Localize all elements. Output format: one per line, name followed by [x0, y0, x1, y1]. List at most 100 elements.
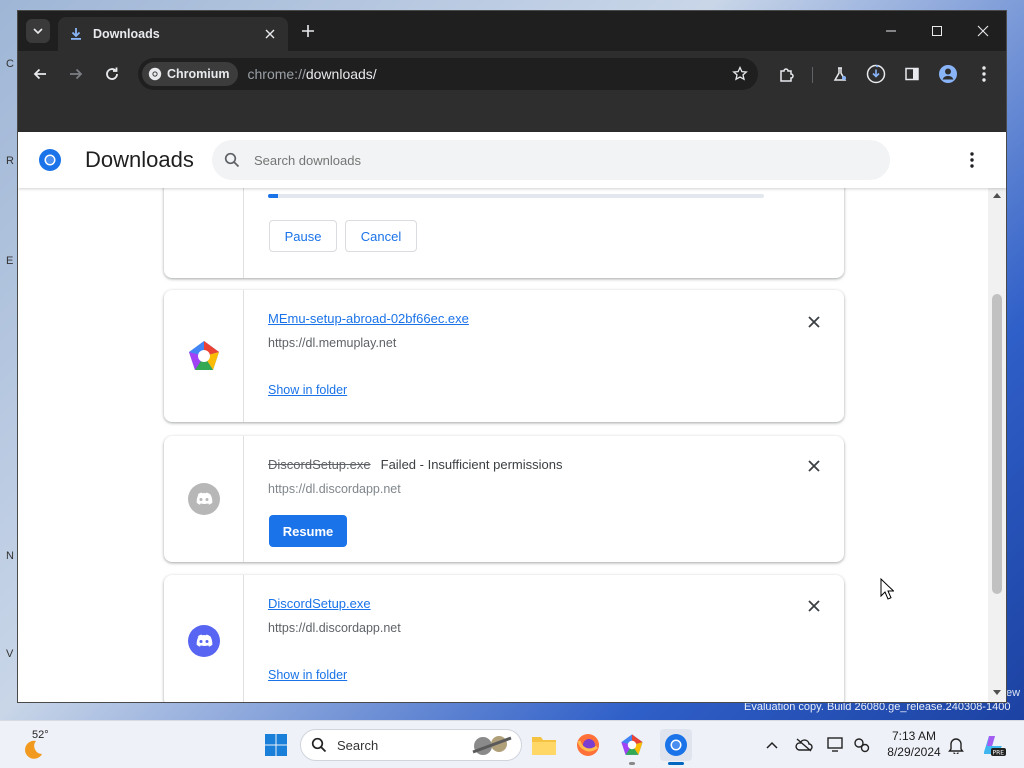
resume-button[interactable]: Resume — [269, 515, 347, 547]
maximize-button[interactable] — [914, 11, 960, 51]
tab-search-button[interactable] — [26, 19, 50, 43]
extensions-button[interactable] — [772, 60, 800, 88]
download-filename-link[interactable]: DiscordSetup.exe — [268, 596, 371, 611]
show-in-folder-link[interactable]: Show in folder — [268, 383, 347, 397]
windows-logo-icon — [265, 734, 287, 756]
arrow-right-icon — [70, 68, 83, 80]
chromium-logo-icon — [39, 149, 61, 171]
address-bar[interactable]: Chromium chrome://downloads/ — [138, 58, 758, 90]
search-input[interactable] — [254, 152, 814, 168]
discord-icon — [187, 625, 220, 657]
chromium-icon — [148, 67, 162, 81]
firefox-icon — [577, 734, 599, 756]
show-in-folder-link[interactable]: Show in folder — [268, 668, 347, 682]
downloads-toolbar-button[interactable] — [862, 60, 890, 88]
download-progress-icon — [866, 64, 886, 84]
memu-taskbar-button[interactable] — [616, 729, 648, 761]
scroll-down-arrow-icon[interactable] — [992, 688, 1002, 698]
page-title: Downloads — [85, 147, 194, 172]
minimize-icon — [886, 30, 896, 32]
download-item: MEmu-setup-abroad-02bf66ec.exe https://d… — [164, 290, 844, 422]
download-item-failed: DiscordSetup.exe Failed - Insufficient pe… — [164, 436, 844, 562]
close-window-button[interactable] — [960, 11, 1006, 51]
download-filename-link[interactable]: MEmu-setup-abroad-02bf66ec.exe — [268, 311, 469, 326]
side-panel-icon — [905, 67, 919, 81]
running-indicator — [629, 762, 635, 765]
desktop-edge-letter: E — [6, 255, 14, 267]
reload-button[interactable] — [98, 60, 126, 88]
downloads-page: Downloads Pause Cancel — [18, 132, 1006, 702]
star-icon — [732, 66, 748, 81]
downloads-header: Downloads — [18, 132, 1006, 188]
start-button[interactable] — [260, 729, 292, 761]
url-scheme: chrome:// — [247, 66, 306, 82]
browser-menu-button[interactable] — [970, 60, 998, 88]
remove-download-button[interactable] — [804, 456, 824, 476]
bell-icon — [948, 738, 964, 754]
flask-icon — [833, 67, 847, 81]
notifications-button[interactable] — [946, 735, 966, 755]
search-icon — [224, 152, 240, 168]
taskbar-search[interactable]: Search — [300, 729, 522, 761]
display-tray-icon[interactable] — [826, 735, 846, 755]
maximize-icon — [932, 26, 942, 36]
downloads-menu-button[interactable] — [960, 148, 984, 172]
back-button[interactable] — [26, 60, 54, 88]
profile-button[interactable] — [934, 60, 962, 88]
toolbar-divider — [812, 67, 813, 83]
chevron-up-icon — [766, 741, 778, 749]
browser-window: Downloads Chromium chrome://downloads/ D… — [18, 11, 1006, 702]
clock[interactable]: 7:13 AM 8/29/2024 — [884, 728, 944, 760]
weather-temperature: 52° — [32, 729, 49, 741]
clock-time: 7:13 AM — [891, 729, 937, 743]
bookmark-star-button[interactable] — [726, 60, 754, 88]
copilot-button[interactable]: PRE — [980, 732, 1006, 758]
taskbar-search-label: Search — [337, 737, 379, 753]
scroll-up-arrow-icon[interactable] — [992, 190, 1002, 200]
site-info-chip[interactable]: Chromium — [142, 62, 238, 86]
taskbar: 52° Search 7:13 AM 8/29/2024 PRE — [0, 720, 1024, 768]
side-panel-button[interactable] — [898, 60, 926, 88]
new-tab-button[interactable] — [298, 21, 318, 41]
download-source-url: https://dl.discordapp.net — [268, 621, 401, 635]
scrollbar-thumb[interactable] — [992, 294, 1002, 594]
cancel-button[interactable]: Cancel — [345, 220, 417, 252]
arrow-left-icon — [33, 68, 46, 80]
remove-download-button[interactable] — [804, 312, 824, 332]
active-app-indicator — [668, 762, 684, 765]
close-icon — [808, 316, 820, 328]
file-explorer-button[interactable] — [528, 729, 560, 761]
minimize-button[interactable] — [868, 11, 914, 51]
toolbar-extension-area — [18, 97, 1006, 132]
onedrive-tray-icon[interactable] — [794, 735, 814, 755]
close-tab-icon[interactable] — [262, 26, 278, 42]
puzzle-icon — [780, 68, 794, 82]
avatar-icon — [939, 65, 957, 83]
desktop-edge-letter: C — [6, 58, 14, 70]
download-icon — [68, 26, 84, 42]
toolbar: Chromium chrome://downloads/ — [18, 51, 1006, 97]
network-icon — [854, 738, 870, 753]
discord-icon — [187, 483, 220, 515]
evaluation-watermark: Evaluation copy. Build 26080.ge_release.… — [744, 701, 1011, 713]
tab-downloads[interactable]: Downloads — [58, 17, 288, 51]
show-hidden-icons-button[interactable] — [762, 735, 782, 755]
desktop-edge: C R E N V — [0, 0, 18, 720]
weather-widget[interactable]: 52° — [18, 727, 58, 763]
url-text[interactable]: chrome://downloads/ — [248, 66, 727, 82]
pause-button[interactable]: Pause — [269, 220, 337, 252]
memu-icon — [621, 734, 643, 755]
download-item: DiscordSetup.exe https://dl.discordapp.n… — [164, 575, 844, 702]
firefox-button[interactable] — [572, 729, 604, 761]
network-tray-icon[interactable] — [852, 735, 872, 755]
download-status: Failed - Insufficient permissions — [380, 457, 563, 472]
chevron-down-icon — [33, 28, 43, 35]
remove-download-button[interactable] — [804, 596, 824, 616]
vertical-scrollbar[interactable] — [988, 188, 1006, 702]
download-source-url: https://dl.memuplay.net — [268, 336, 397, 350]
forward-button[interactable] — [62, 60, 90, 88]
labs-button[interactable] — [826, 60, 854, 88]
plus-icon — [302, 25, 314, 37]
search-downloads-box[interactable] — [212, 140, 890, 180]
chromium-taskbar-button[interactable] — [660, 729, 692, 761]
